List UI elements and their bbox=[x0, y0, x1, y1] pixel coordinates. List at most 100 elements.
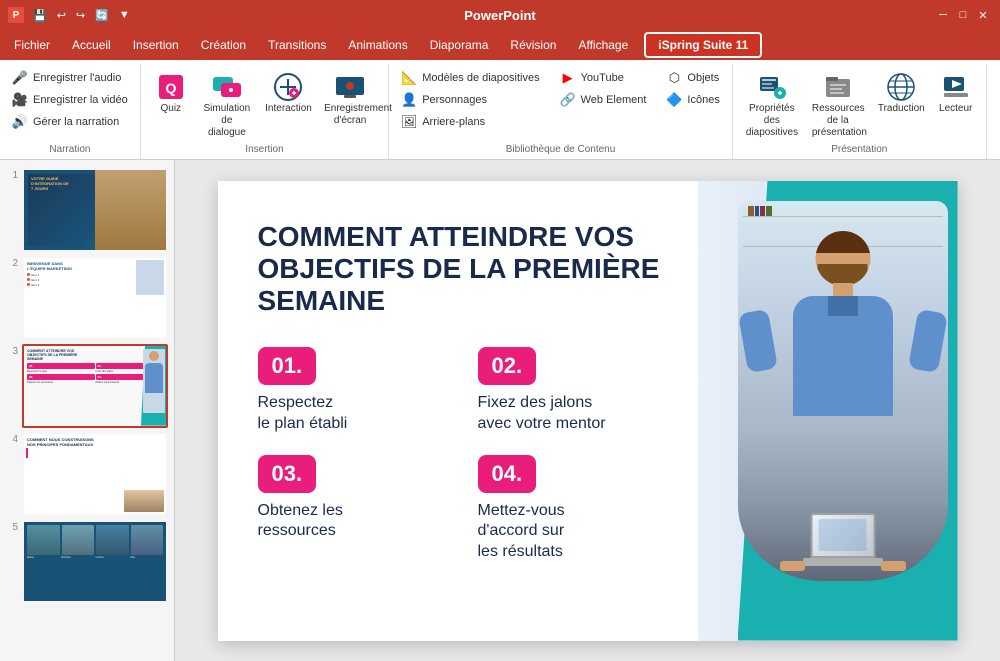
traduction-button[interactable]: Traduction bbox=[873, 68, 930, 118]
slide-img-4[interactable]: COMMENT NOUS CONSTRUISONSNOS PRINCIPES F… bbox=[22, 432, 168, 516]
narration-group-label: Narration bbox=[8, 142, 132, 155]
undo-button[interactable]: ↩ bbox=[54, 7, 69, 24]
proprietes-icon bbox=[756, 71, 788, 103]
save-button[interactable]: 💾 bbox=[30, 7, 50, 24]
redo-button[interactable]: ↪ bbox=[73, 7, 88, 24]
slide-thumb-5[interactable]: 5 Elaine Rachael Gordon Julie bbox=[6, 520, 168, 604]
menu-accueil[interactable]: Accueil bbox=[62, 34, 121, 56]
insertion-group-label: Insertion bbox=[149, 142, 380, 155]
enregistrement-button[interactable]: Enregistrement d'écran bbox=[320, 68, 380, 130]
objets-icon: ⬡ bbox=[666, 70, 682, 86]
ribbon: 🎤 Enregistrer l'audio 🎥 Enregistrer la v… bbox=[0, 60, 1000, 160]
presentation-group-label: Présentation bbox=[741, 142, 978, 155]
arriere-plans-icon: 🖼 bbox=[401, 114, 417, 130]
menu-creation[interactable]: Création bbox=[191, 34, 256, 56]
app-icon: P bbox=[8, 7, 24, 23]
ressources-button[interactable]: Ressources de la présentation bbox=[807, 68, 869, 142]
enregistrer-video-button[interactable]: 🎥 Enregistrer la vidéo bbox=[8, 90, 132, 110]
quiz-button[interactable]: Q Quiz bbox=[149, 68, 193, 118]
menu-transitions[interactable]: Transitions bbox=[258, 34, 336, 56]
minimize-button[interactable]: ─ bbox=[934, 6, 952, 24]
slide-preview-4: COMMENT NOUS CONSTRUISONSNOS PRINCIPES F… bbox=[24, 434, 166, 514]
slide-img-2[interactable]: BIENVENUE DANSL'ÉQUIPE MARKETING! Item 1… bbox=[22, 256, 168, 340]
menu-bar: Fichier Accueil Insertion Création Trans… bbox=[0, 30, 1000, 60]
arriere-plans-button[interactable]: 🖼 Arriere-plans bbox=[397, 112, 543, 132]
slide-num-1: 1 bbox=[6, 170, 18, 181]
slide-item-3: 03. Obtenez lesressources bbox=[258, 455, 448, 563]
icones-icon: 🔷 bbox=[666, 92, 682, 108]
web-element-button[interactable]: 🔗 Web Element bbox=[556, 90, 651, 110]
video-icon: 🎥 bbox=[12, 92, 28, 108]
slide-desc-2: Fixez des jalonsavec votre mentor bbox=[478, 393, 668, 435]
slide-desc-1: Respectezle plan établi bbox=[258, 393, 448, 435]
replay-button[interactable]: 🔄 bbox=[92, 7, 112, 24]
proprietes-label: Propriétés des diapositives bbox=[746, 103, 798, 139]
icones-button[interactable]: 🔷 Icônes bbox=[662, 90, 723, 110]
icones-label: Icônes bbox=[687, 94, 719, 106]
enregistrer-video-label: Enregistrer la vidéo bbox=[33, 94, 128, 106]
app-title: PowerPoint bbox=[464, 8, 536, 23]
publier-buttons: ▼ Aperçu Publier bbox=[995, 68, 1000, 142]
quiz-icon: Q bbox=[155, 71, 187, 103]
youtube-icon: ▶ bbox=[560, 70, 576, 86]
slide-item-2: 02. Fixez des jalonsavec votre mentor bbox=[478, 347, 668, 435]
lecteur-label: Lecteur bbox=[939, 103, 972, 115]
arriere-plans-label: Arriere-plans bbox=[422, 116, 485, 128]
youtube-button[interactable]: ▶ YouTube bbox=[556, 68, 651, 88]
modeles-label: Modèles de diapositives bbox=[422, 72, 539, 84]
menu-ispring[interactable]: iSpring Suite 11 bbox=[644, 32, 762, 58]
proprietes-button[interactable]: Propriétés des diapositives bbox=[741, 68, 803, 142]
slide-num-5: 5 bbox=[6, 522, 18, 533]
enregistrer-audio-label: Enregistrer l'audio bbox=[33, 72, 121, 84]
maximize-button[interactable]: □ bbox=[954, 6, 972, 24]
menu-fichier[interactable]: Fichier bbox=[4, 34, 60, 56]
menu-diaporama[interactable]: Diaporama bbox=[420, 34, 499, 56]
presentation-buttons: Propriétés des diapositives Ressources d… bbox=[741, 68, 978, 142]
ressources-label: Ressources de la présentation bbox=[812, 103, 864, 139]
svg-text:Q: Q bbox=[165, 80, 176, 96]
slide-img-5[interactable]: Elaine Rachael Gordon Julie bbox=[22, 520, 168, 604]
slide-num-4: 4 bbox=[6, 434, 18, 445]
bibliotheque-small-btns-icons: ⬡ Objets 🔷 Icônes bbox=[662, 68, 723, 110]
menu-revision[interactable]: Révision bbox=[500, 34, 566, 56]
modeles-button[interactable]: 📐 Modèles de diapositives bbox=[397, 68, 543, 88]
insertion-buttons: Q Quiz Simulation de dialogue bbox=[149, 68, 380, 142]
bibliotheque-small-btns-right: ▶ YouTube 🔗 Web Element bbox=[556, 68, 651, 110]
web-element-label: Web Element bbox=[581, 94, 647, 106]
ressources-icon bbox=[822, 71, 854, 103]
slide-thumb-1[interactable]: 1 VOTRE GUIDED'INTÉGRATION DE7 JOURS bbox=[6, 168, 168, 252]
simulation-label: Simulation de dialogue bbox=[202, 103, 252, 139]
enregistrer-audio-button[interactable]: 🎤 Enregistrer l'audio bbox=[8, 68, 132, 88]
slide-panel[interactable]: 1 VOTRE GUIDED'INTÉGRATION DE7 JOURS 2 B… bbox=[0, 160, 175, 661]
personnages-button[interactable]: 👤 Personnages bbox=[397, 90, 543, 110]
slide-img-3[interactable]: COMMENT ATTEINDRE VOSOBJECTIFS DE LA PRE… bbox=[22, 344, 168, 428]
objets-button[interactable]: ⬡ Objets bbox=[662, 68, 723, 88]
person-photo bbox=[738, 201, 948, 581]
main-area: 1 VOTRE GUIDED'INTÉGRATION DE7 JOURS 2 B… bbox=[0, 160, 1000, 661]
slide-thumb-4[interactable]: 4 COMMENT NOUS CONSTRUISONSNOS PRINCIPES… bbox=[6, 432, 168, 516]
slide-num-3: 3 bbox=[6, 346, 18, 357]
objets-label: Objets bbox=[687, 72, 719, 84]
ribbon-group-presentation: Propriétés des diapositives Ressources d… bbox=[733, 64, 987, 159]
simulation-button[interactable]: Simulation de dialogue bbox=[197, 68, 257, 142]
canvas-area: COMMENT ATTEINDRE VOS OBJECTIFS DE LA PR… bbox=[175, 160, 1000, 661]
menu-affichage[interactable]: Affichage bbox=[568, 34, 638, 56]
slide-num-2: 2 bbox=[6, 258, 18, 269]
slide-img-1[interactable]: VOTRE GUIDED'INTÉGRATION DE7 JOURS bbox=[22, 168, 168, 252]
menu-animations[interactable]: Animations bbox=[338, 34, 417, 56]
slide-right bbox=[698, 181, 958, 641]
apercu-button[interactable]: ▼ Aperçu bbox=[995, 68, 1000, 118]
dropdown-button[interactable]: ▼ bbox=[116, 7, 133, 23]
gerer-narration-button[interactable]: 🔊 Gérer la narration bbox=[8, 112, 132, 132]
menu-insertion[interactable]: Insertion bbox=[123, 34, 189, 56]
slide-badge-4: 04. bbox=[478, 455, 537, 493]
close-button[interactable]: ✕ bbox=[974, 6, 992, 24]
lecteur-button[interactable]: Lecteur bbox=[934, 68, 978, 118]
bibliotheque-group-label: Bibliothèque de Contenu bbox=[397, 142, 724, 155]
audio-icon: 🎤 bbox=[12, 70, 28, 86]
slide-preview-1: VOTRE GUIDED'INTÉGRATION DE7 JOURS bbox=[24, 170, 166, 250]
slide-thumb-2[interactable]: 2 BIENVENUE DANSL'ÉQUIPE MARKETING! Item… bbox=[6, 256, 168, 340]
interaction-button[interactable]: Interaction bbox=[261, 68, 316, 118]
modeles-icon: 📐 bbox=[401, 70, 417, 86]
slide-thumb-3[interactable]: 3 COMMENT ATTEINDRE VOSOBJECTIFS DE LA P… bbox=[6, 344, 168, 428]
